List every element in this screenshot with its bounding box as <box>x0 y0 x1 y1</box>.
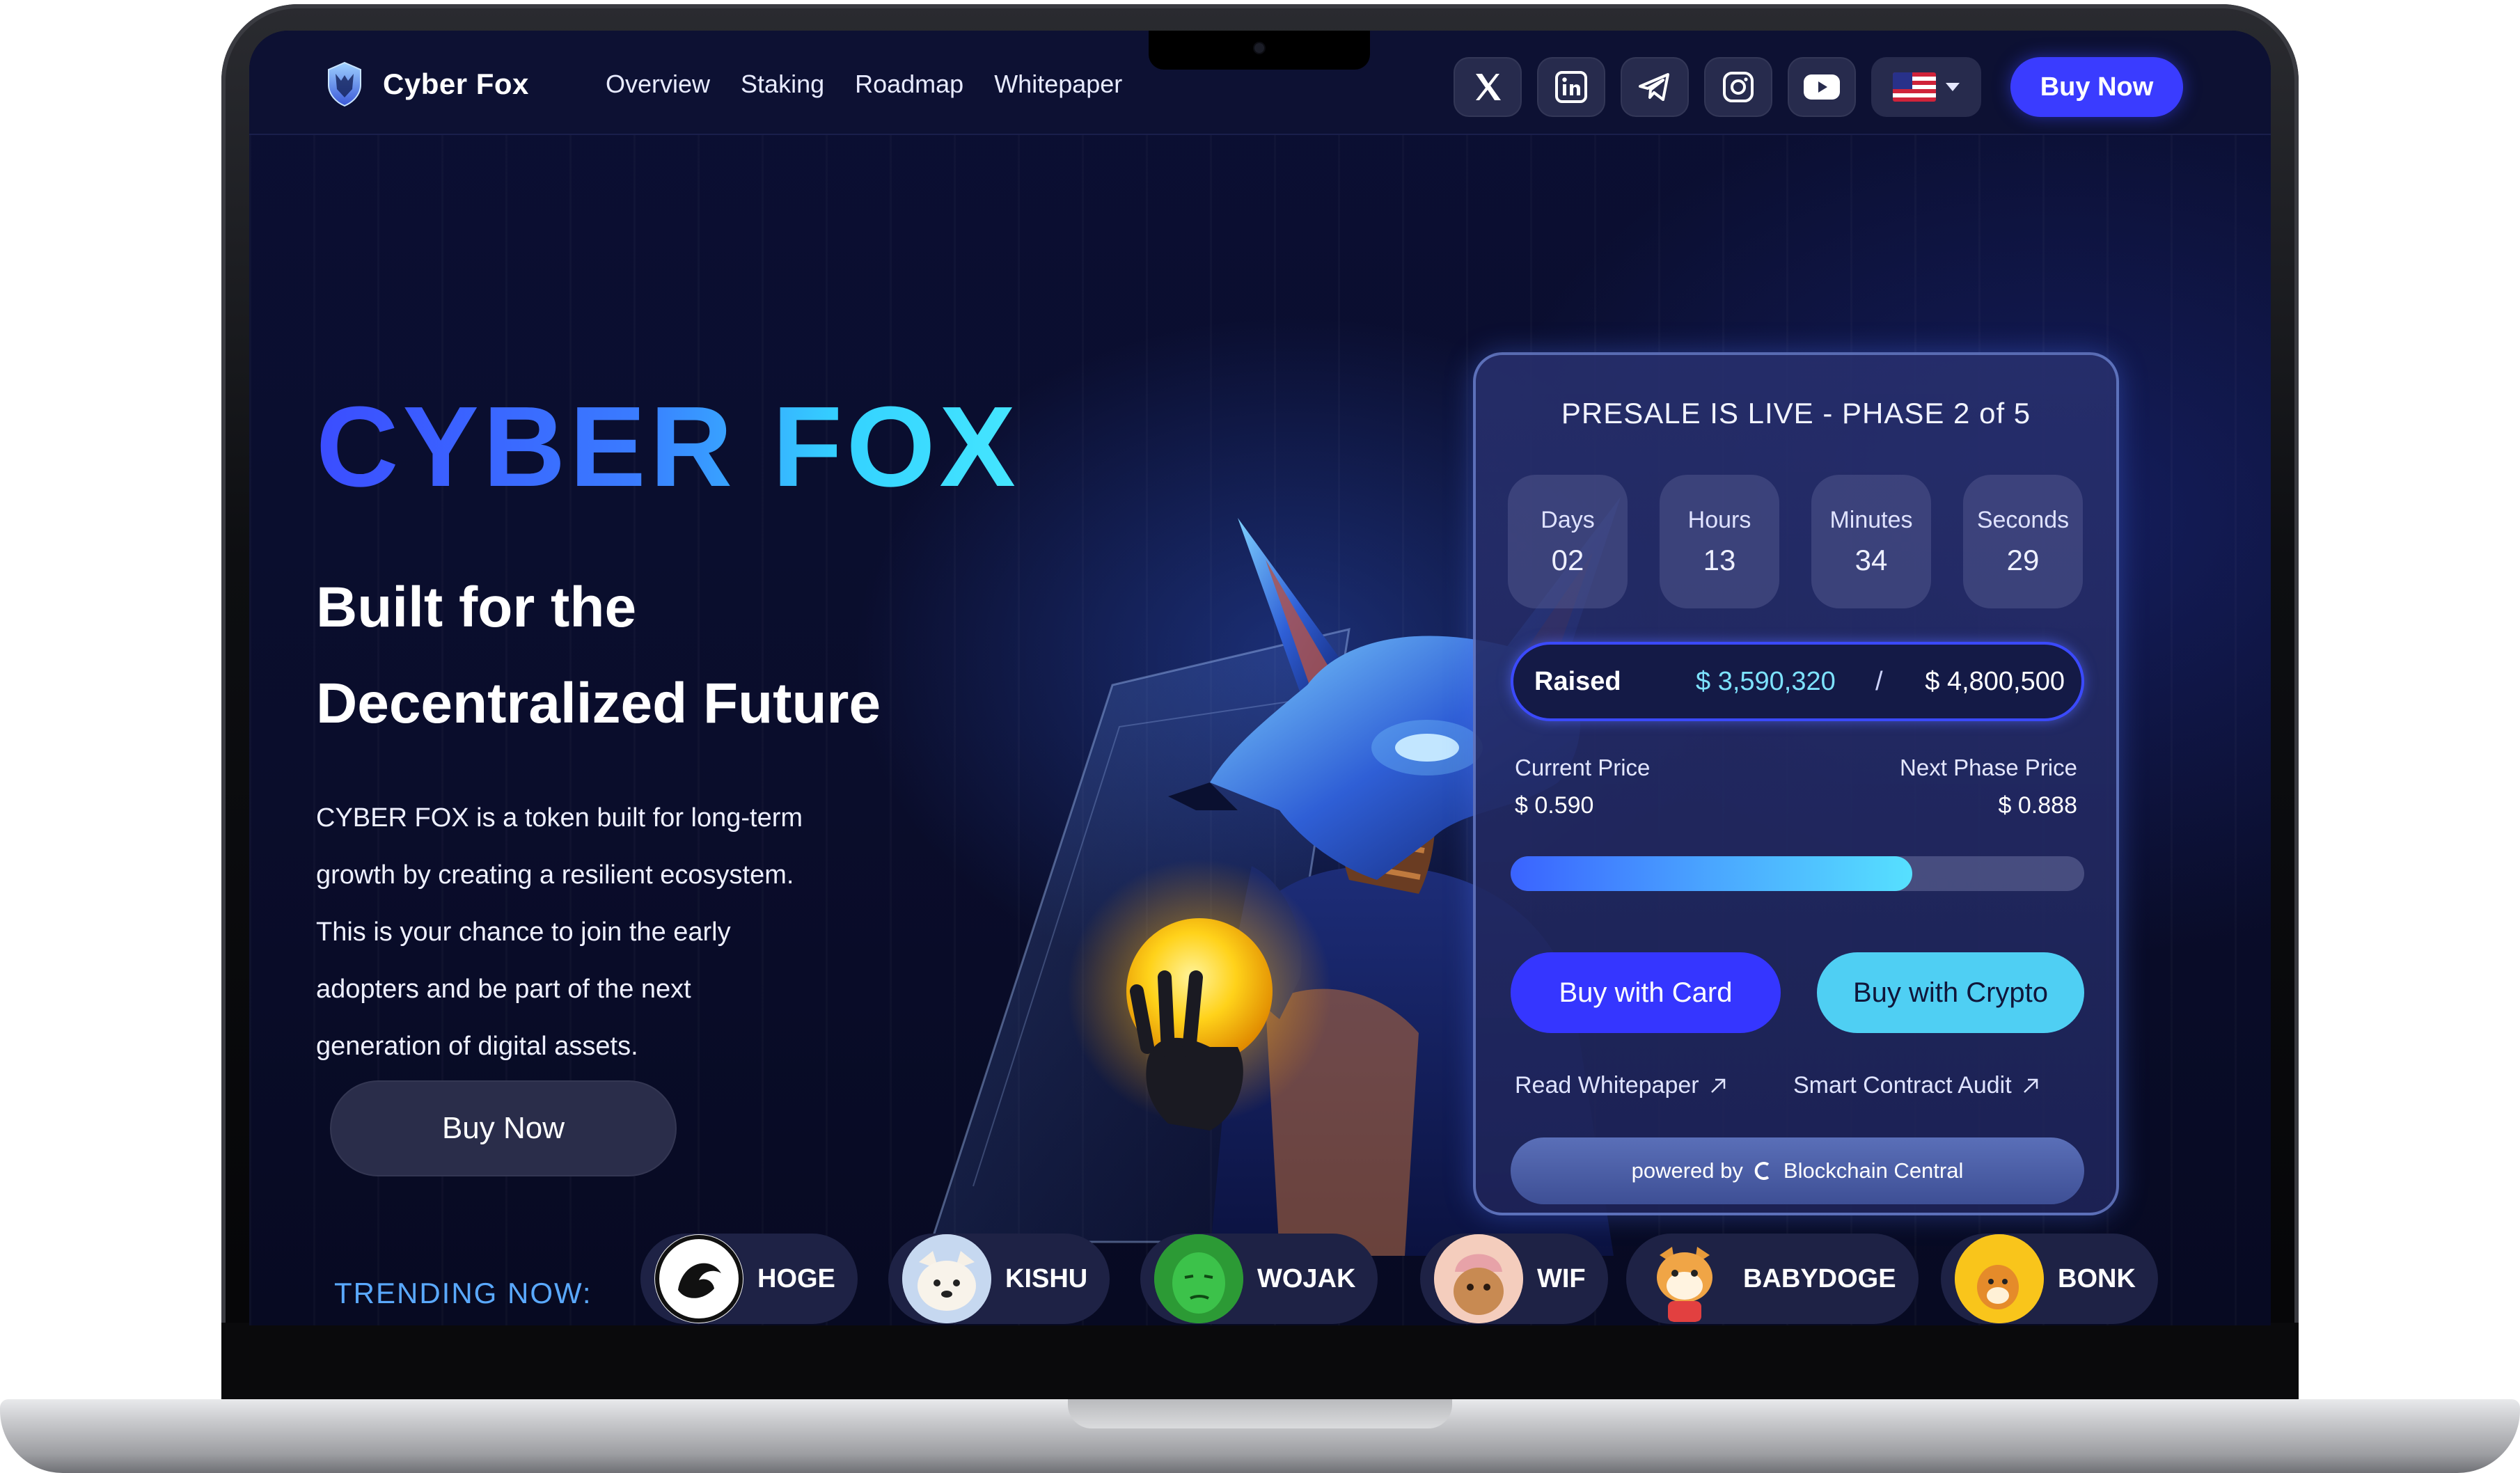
powered-by-banner[interactable]: powered by Blockchain Central <box>1511 1137 2084 1204</box>
countdown-minutes: Minutes 34 <box>1811 475 1931 608</box>
next-price-label: Next Phase Price <box>1900 755 2077 780</box>
language-selector[interactable] <box>1871 57 1981 117</box>
nav-link-overview[interactable]: Overview <box>606 67 710 102</box>
telegram-social-button[interactable] <box>1621 57 1689 117</box>
trending-coin-kishu[interactable]: KISHU <box>888 1234 1110 1324</box>
instagram-social-button[interactable] <box>1704 57 1772 117</box>
countdown-value: 02 <box>1551 543 1584 576</box>
hero-buy-now-button[interactable]: Buy Now <box>330 1080 677 1176</box>
trending-coin-label: WOJAK <box>1257 1263 1356 1293</box>
nav-link-roadmap[interactable]: Roadmap <box>855 67 963 102</box>
trending-coin-label: HOGE <box>757 1263 835 1293</box>
raised-separator: / <box>1875 667 1883 696</box>
nav-buy-now-button[interactable]: Buy Now <box>2010 57 2183 117</box>
blockchain-central-logo-icon <box>1754 1162 1770 1180</box>
trending-coin-label: BABYDOGE <box>1743 1263 1896 1293</box>
read-whitepaper-label: Read Whitepaper <box>1515 1072 1699 1098</box>
nav-actions: Buy Now <box>1454 57 2183 117</box>
countdown-days: Days 02 <box>1508 475 1628 608</box>
wojak-coin-icon <box>1154 1234 1243 1323</box>
chevron-down-icon <box>1946 83 1960 91</box>
trending-coin-label: WIF <box>1537 1263 1586 1293</box>
powered-by-prefix: powered by <box>1631 1158 1743 1183</box>
babydoge-coin-icon <box>1640 1234 1729 1323</box>
countdown-value: 13 <box>1703 543 1736 576</box>
presale-progress-fill <box>1511 856 1912 891</box>
nav-link-whitepaper[interactable]: Whitepaper <box>994 67 1122 102</box>
telegram-icon <box>1639 73 1669 101</box>
external-link-icon <box>2023 1078 2038 1093</box>
nav-link-staking[interactable]: Staking <box>741 67 824 102</box>
linkedin-social-button[interactable] <box>1537 57 1605 117</box>
current-price-value: $ 0.590 <box>1515 792 1594 819</box>
kishu-coin-icon <box>902 1234 991 1323</box>
youtube-social-button[interactable] <box>1788 57 1856 117</box>
presale-title: PRESALE IS LIVE - PHASE 2 of 5 <box>1561 397 2031 430</box>
countdown-label: Minutes <box>1829 506 1913 533</box>
countdown-hours: Hours 13 <box>1660 475 1779 608</box>
brand[interactable]: Cyber Fox <box>320 60 529 109</box>
presale-progress-bar <box>1511 856 2084 891</box>
buy-with-card-button[interactable]: Buy with Card <box>1511 952 1781 1033</box>
smart-contract-audit-label: Smart Contract Audit <box>1793 1072 2012 1098</box>
countdown-seconds: Seconds 29 <box>1963 475 2083 608</box>
trending-coin-babydoge[interactable]: BABYDOGE <box>1626 1234 1919 1324</box>
raised-label: Raised <box>1534 667 1621 696</box>
countdown-label: Seconds <box>1976 506 2070 533</box>
next-price-value: $ 0.888 <box>1998 792 2077 819</box>
presale-card: PRESALE IS LIVE - PHASE 2 of 5 Days 02 H… <box>1473 352 2119 1215</box>
external-link-icon <box>1710 1078 1725 1093</box>
trending-coin-hoge[interactable]: HOGE <box>640 1234 858 1324</box>
raised-bar: Raised $ 3,590,320 / $ 4,800,500 <box>1511 642 2084 721</box>
screen: Cyber Fox Overview Staking Roadmap White… <box>249 31 2271 1325</box>
buy-with-crypto-button[interactable]: Buy with Crypto <box>1817 952 2084 1033</box>
hoge-coin-icon <box>654 1234 743 1323</box>
trending-coin-wojak[interactable]: WOJAK <box>1140 1234 1378 1324</box>
countdown-label: Hours <box>1687 506 1751 533</box>
laptop-base-notch <box>1068 1399 1452 1428</box>
us-flag-icon <box>1893 72 1936 102</box>
trending-coin-label: BONK <box>2058 1263 2136 1293</box>
powered-by-name: Blockchain Central <box>1783 1158 1964 1183</box>
read-whitepaper-link[interactable]: Read Whitepaper <box>1515 1072 1728 1099</box>
raised-amount: $ 3,590,320 <box>1696 667 1836 696</box>
x-icon <box>1476 74 1501 100</box>
camera-icon <box>1254 43 1264 53</box>
nav-links: Overview Staking Roadmap Whitepaper <box>606 67 1122 102</box>
raised-target: $ 4,800,500 <box>1925 667 2065 696</box>
countdown-value: 34 <box>1854 543 1888 576</box>
smart-contract-audit-link[interactable]: Smart Contract Audit <box>1793 1072 2041 1099</box>
youtube-icon <box>1804 74 1840 100</box>
countdown-label: Days <box>1541 506 1595 533</box>
laptop-chin <box>221 1323 2299 1399</box>
instagram-icon <box>1723 72 1754 102</box>
countdown-value: 29 <box>2006 543 2040 576</box>
trending-coin-wif[interactable]: WIF <box>1420 1234 1608 1324</box>
bonk-coin-icon <box>1955 1234 2044 1323</box>
wif-coin-icon <box>1434 1234 1523 1323</box>
trending-coin-label: KISHU <box>1005 1263 1088 1293</box>
current-price-label: Current Price <box>1515 755 1651 780</box>
linkedin-icon <box>1555 71 1587 103</box>
brand-name: Cyber Fox <box>383 68 529 100</box>
camera-notch <box>1149 31 1370 70</box>
fox-logo-icon <box>328 61 361 107</box>
trending-coin-bonk[interactable]: BONK <box>1941 1234 2158 1324</box>
x-social-button[interactable] <box>1454 57 1522 117</box>
trending-label: TRENDING NOW: <box>334 1277 592 1309</box>
